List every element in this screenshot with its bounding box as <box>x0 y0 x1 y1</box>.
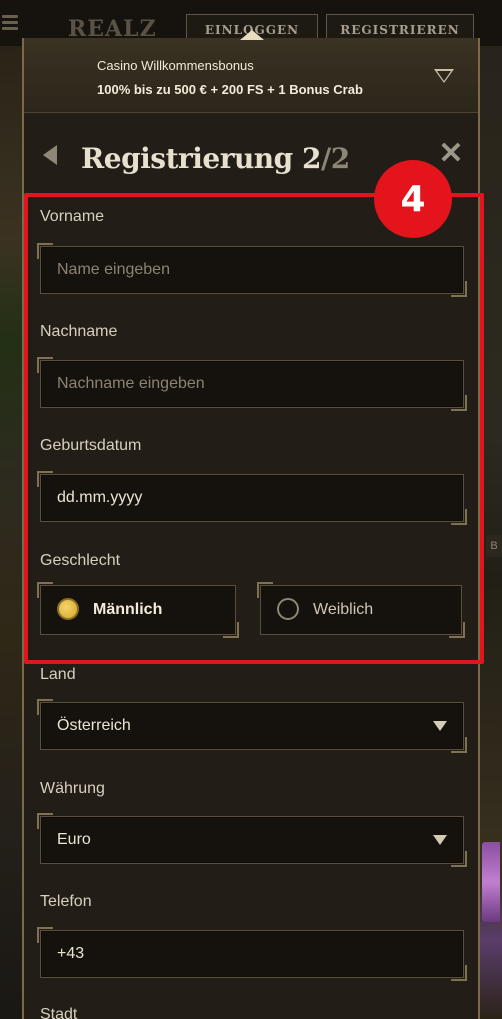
land-select[interactable]: Österreich <box>37 699 467 753</box>
bonus-text: 100% bis zu 500 € + 200 FS + 1 Bonus Cra… <box>97 82 363 97</box>
telefon-value: +43 <box>57 945 85 962</box>
title-total: /2 <box>320 142 350 175</box>
close-icon[interactable]: ✕ <box>437 139 465 169</box>
telefon-field[interactable]: +43 <box>37 927 467 981</box>
chevron-down-icon-inner <box>437 71 451 81</box>
stadt-label: Stadt <box>40 1006 78 1019</box>
waehrung-select[interactable]: Euro <box>37 813 467 867</box>
background-left-edge <box>0 46 22 1019</box>
bonus-title: Casino Willkommensbonus <box>97 58 254 73</box>
chevron-down-icon <box>433 835 447 845</box>
bonus-banner[interactable]: Casino Willkommensbonus 100% bis zu 500 … <box>24 38 478 113</box>
background-game-thumbnail <box>482 842 500 922</box>
step-highlight-frame <box>24 193 484 664</box>
title-step: Registrierung 2 <box>81 142 321 175</box>
waehrung-label: Währung <box>40 780 105 797</box>
step-number-badge: 4 <box>374 160 452 238</box>
land-value: Österreich <box>57 717 131 734</box>
land-label: Land <box>40 666 76 683</box>
waehrung-value: Euro <box>57 831 91 848</box>
background-right-tag: B <box>486 535 502 557</box>
menu-icon[interactable] <box>2 12 18 34</box>
back-arrow-icon[interactable] <box>43 145 57 165</box>
page-title: Registrierung 2/2 <box>81 142 350 175</box>
chevron-down-icon <box>433 721 447 731</box>
telefon-label: Telefon <box>40 893 92 910</box>
modal-pointer <box>240 30 264 40</box>
